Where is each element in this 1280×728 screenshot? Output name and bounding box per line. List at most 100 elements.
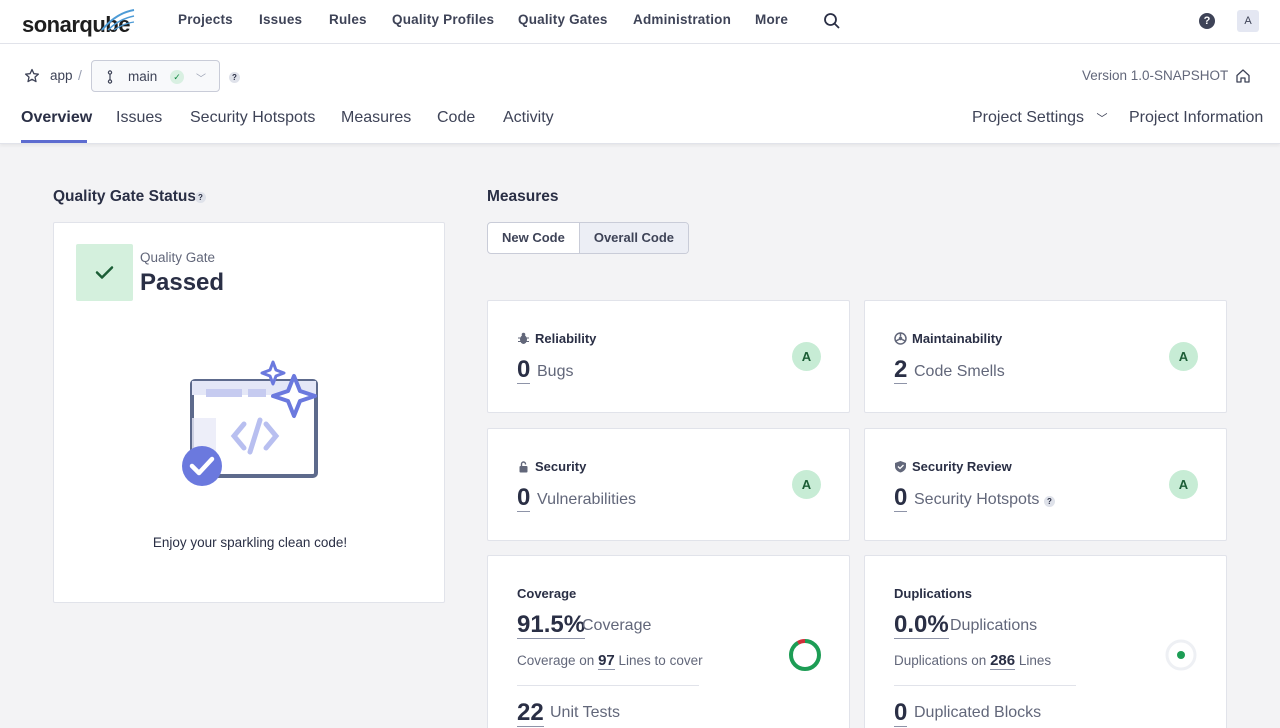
duplications-label: Duplications [950, 617, 1038, 634]
reliability-card: Reliability 0 Bugs A [487, 300, 850, 413]
duplicated-blocks-label: Duplicated Blocks [914, 704, 1042, 721]
quality-gate-message: Enjoy your sparkling clean code! [152, 535, 348, 550]
logo-waves-icon [101, 9, 135, 31]
nav-rules[interactable]: Rules [329, 12, 367, 27]
branch-selector[interactable]: main ✓ ﹀ [91, 60, 220, 92]
nav-administration[interactable]: Administration [633, 12, 731, 27]
quality-gate-label: Quality Gate [140, 250, 216, 265]
nav-more[interactable]: More [755, 12, 788, 27]
coverage-label: Coverage [582, 617, 652, 634]
unit-tests-label: Unit Tests [550, 704, 620, 721]
tab-security-hotspots[interactable]: Security Hotspots [190, 109, 315, 127]
project-information-link[interactable]: Project Information [1129, 109, 1263, 127]
nav-projects[interactable]: Projects [178, 12, 233, 27]
coverage-covered-arc [789, 639, 821, 671]
security-rating[interactable]: A [792, 470, 821, 499]
active-tab-indicator [21, 140, 87, 143]
measures-heading: Measures [487, 188, 559, 205]
security-hotspots-count[interactable]: 0 [894, 485, 908, 512]
home-icon[interactable] [1235, 68, 1251, 84]
lines-to-cover-count[interactable]: 97 [598, 652, 615, 670]
security-hotspots-label: Security Hotspots [914, 491, 1040, 508]
overall-code-button[interactable]: Overall Code [578, 223, 689, 253]
breadcrumb-separator: / [78, 67, 82, 83]
chevron-down-icon: ﹀ [1096, 113, 1108, 125]
branch-help-icon[interactable]: ? [229, 72, 240, 83]
help-icon[interactable]: ? [1199, 13, 1215, 29]
sonarqube-logo[interactable]: sonarqube [22, 4, 136, 37]
coverage-donut-chart [789, 639, 821, 671]
tab-code[interactable]: Code [437, 109, 475, 127]
quality-gate-card: Quality Gate Passed Enjoy your sparkling… [53, 222, 445, 603]
user-avatar[interactable]: A [1237, 10, 1259, 32]
tab-activity[interactable]: Activity [503, 109, 554, 127]
nav-quality-gates[interactable]: Quality Gates [518, 12, 608, 27]
nav-issues[interactable]: Issues [259, 12, 302, 27]
coverage-lines: Coverage on 97 Lines to cover [517, 652, 703, 670]
code-smells-count[interactable]: 2 [894, 357, 908, 384]
quality-gate-heading: Quality Gate Status [53, 188, 196, 205]
reliability-rating[interactable]: A [792, 342, 821, 371]
coverage-lines-prefix: Coverage on [517, 653, 595, 668]
nav-quality-profiles[interactable]: Quality Profiles [392, 12, 494, 27]
project-settings-label: Project Settings [972, 109, 1085, 126]
duplications-indicator-icon [1165, 639, 1197, 671]
star-icon[interactable] [24, 68, 40, 84]
project-name[interactable]: app [50, 68, 73, 83]
check-icon [95, 266, 114, 279]
duplications-title: Duplications [894, 586, 973, 601]
vulnerabilities-count[interactable]: 0 [517, 485, 531, 512]
duplications-value[interactable]: 0.0% [894, 612, 949, 639]
duplications-lines-count[interactable]: 286 [990, 652, 1016, 670]
coverage-value[interactable]: 91.5% [517, 612, 586, 639]
security-review-rating[interactable]: A [1169, 470, 1198, 499]
security-review-label: Security Review [912, 459, 1012, 474]
reliability-label: Reliability [535, 331, 597, 346]
top-navigation: sonarqube Projects Issues Rules Quality … [0, 0, 1280, 44]
duplicated-blocks-count[interactable]: 0 [894, 700, 908, 727]
security-card: Security 0 Vulnerabilities A [487, 428, 850, 541]
tab-overview[interactable]: Overview [21, 109, 92, 127]
security-title: Security [517, 459, 586, 474]
new-code-button[interactable]: New Code [488, 223, 579, 253]
duplications-lines-suffix: Lines [1018, 653, 1052, 668]
code-period-toggle: New Code Overall Code [487, 222, 690, 254]
maintainability-rating[interactable]: A [1169, 342, 1198, 371]
code-smells-label: Code Smells [914, 363, 1005, 380]
search-icon[interactable] [823, 12, 841, 30]
reliability-title: Reliability [517, 331, 596, 346]
quality-gate-passed-badge [76, 244, 133, 301]
quality-gate-help-icon[interactable]: ? [195, 192, 206, 203]
bug-icon [518, 332, 529, 344]
branch-name: main [128, 69, 158, 84]
security-hotspots-help-icon[interactable]: ? [1044, 496, 1055, 507]
maintainability-label: Maintainability [912, 331, 1003, 346]
bugs-count[interactable]: 0 [517, 357, 531, 384]
project-header: app / main ✓ ﹀ ? Version 1.0-SNAPSHOT Ov… [0, 44, 1280, 144]
project-settings-menu[interactable]: Project Settings ﹀ [972, 109, 1108, 127]
chevron-down-icon: ﹀ [196, 74, 206, 85]
maintainability-title: Maintainability [894, 331, 1002, 346]
security-review-title: Security Review [894, 459, 1012, 474]
unit-tests-count[interactable]: 22 [517, 700, 544, 727]
vulnerabilities-label: Vulnerabilities [537, 491, 637, 508]
duplications-card: Duplications 0.0% Duplications Duplicati… [864, 555, 1227, 728]
lock-icon [519, 461, 528, 473]
duplications-divider [894, 685, 1076, 686]
quality-gate-status: Passed [140, 269, 225, 296]
tab-measures[interactable]: Measures [341, 109, 411, 127]
maintainability-card: Maintainability 2 Code Smells A [864, 300, 1227, 413]
security-review-card: Security Review 0 Security Hotspots ? A [864, 428, 1227, 541]
coverage-lines-suffix: Lines to cover [618, 653, 703, 668]
tab-issues[interactable]: Issues [116, 109, 162, 127]
bugs-label: Bugs [537, 363, 574, 380]
duplications-lines-prefix: Duplications on [894, 653, 987, 668]
project-version: Version 1.0-SNAPSHOT [1082, 68, 1229, 83]
security-label: Security [535, 459, 587, 474]
duplications-lines: Duplications on 286 Lines [894, 652, 1052, 670]
maintainability-icon [894, 332, 907, 345]
clean-code-illustration-icon [182, 360, 318, 486]
coverage-title: Coverage [517, 586, 577, 601]
branch-status-check-icon: ✓ [170, 70, 184, 84]
coverage-divider [517, 685, 699, 686]
